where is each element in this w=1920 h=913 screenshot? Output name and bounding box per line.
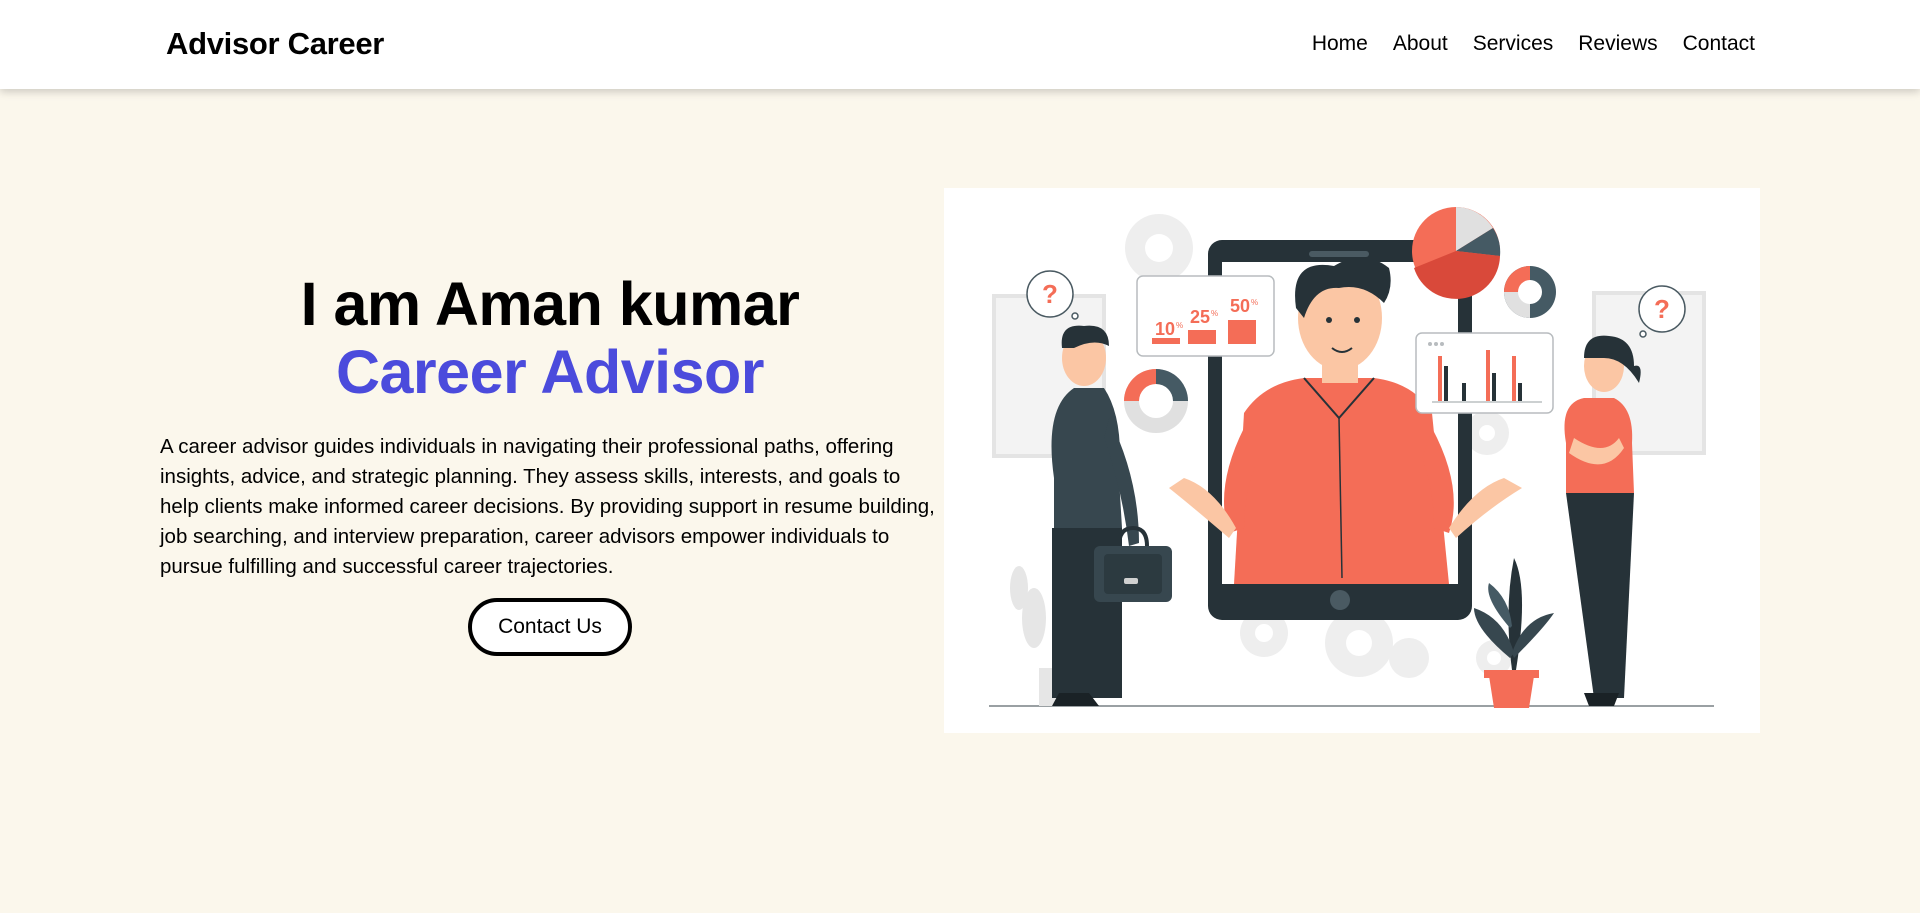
nav-link-home[interactable]: Home (1312, 32, 1368, 56)
nav-link-about[interactable]: About (1393, 32, 1448, 56)
nav-link-services[interactable]: Services (1473, 32, 1554, 56)
career-advisor-illustration: 10 25 50 % % % ? ? (944, 188, 1760, 733)
contact-us-button[interactable]: Contact Us (468, 598, 632, 656)
svg-text:%: % (1251, 298, 1258, 307)
nav-link-reviews[interactable]: Reviews (1578, 32, 1657, 56)
hero-section: I am Aman kumar Career Advisor A career … (160, 270, 940, 656)
stat-label-25: 25 (1190, 307, 1210, 327)
svg-text:?: ? (1042, 279, 1058, 309)
bar-chart-card (1415, 332, 1554, 414)
nav-link-contact[interactable]: Contact (1683, 32, 1755, 56)
hero-role: Career Advisor (335, 338, 765, 406)
pie-chart-icon (1412, 207, 1501, 299)
hero-name: I am Aman kumar (300, 270, 800, 338)
svg-text:%: % (1176, 321, 1183, 330)
stat-label-10: 10 (1155, 319, 1175, 339)
svg-text:?: ? (1654, 294, 1670, 324)
potted-plant-icon (1474, 558, 1554, 708)
svg-text:%: % (1211, 309, 1218, 318)
nav-menu: Home About Services Reviews Contact (1312, 32, 1755, 56)
stat-label-50: 50 (1230, 296, 1250, 316)
donut-chart-icon (1124, 369, 1188, 433)
top-navbar: Advisor Career Home About Services Revie… (0, 0, 1920, 89)
donut-chart-icon (1504, 266, 1556, 318)
hero-description: A career advisor guides individuals in n… (160, 435, 935, 578)
growth-stats-card: 10 25 50 % % % (1136, 275, 1275, 357)
brand-logo[interactable]: Advisor Career (166, 26, 384, 62)
